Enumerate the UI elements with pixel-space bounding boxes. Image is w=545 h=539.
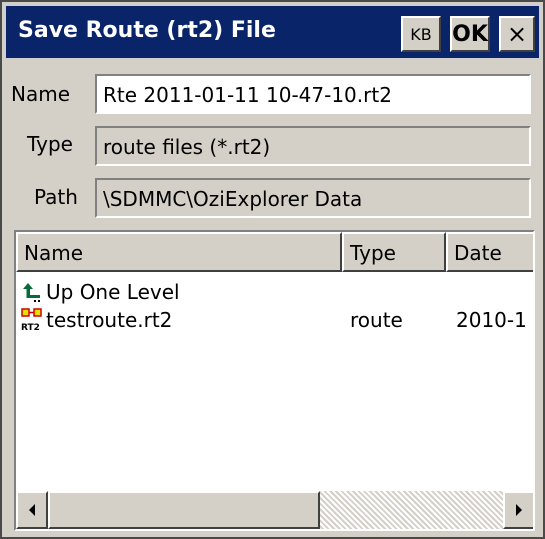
list-header: Name Type Date	[16, 232, 533, 272]
type-label: Type	[27, 132, 73, 156]
column-header-type[interactable]: Type	[342, 232, 446, 272]
rt2-file-icon: RT2	[21, 308, 42, 332]
keyboard-button[interactable]: KB	[401, 16, 441, 52]
list-item-testroute[interactable]: RT2 testroute.rt2 route 2010-1	[16, 306, 533, 336]
arrow-left-icon	[29, 504, 35, 516]
list-item-date: 2010-1	[456, 308, 527, 332]
path-label: Path	[34, 185, 78, 209]
window-title: Save Route (rt2) File	[18, 18, 276, 43]
type-field: route files (*.rt2)	[95, 126, 531, 166]
list-item-name: testroute.rt2	[46, 308, 173, 332]
svg-text:RT2: RT2	[21, 323, 40, 332]
name-label: Name	[11, 82, 71, 106]
save-route-dialog: Save Route (rt2) File KB OK × Name Rte 2…	[0, 0, 545, 539]
file-list[interactable]: Name Type Date Up One Level RT2 testrout…	[14, 230, 535, 531]
path-field: \SDMMC\OziExplorer Data	[95, 178, 531, 218]
list-item-name: Up One Level	[46, 280, 180, 304]
column-header-date[interactable]: Date	[446, 232, 533, 272]
horizontal-scrollbar[interactable]	[16, 491, 533, 529]
arrow-right-icon	[516, 504, 522, 516]
scrollbar-thumb[interactable]	[48, 491, 320, 529]
column-header-name[interactable]: Name	[16, 232, 342, 272]
list-item-up-one-level[interactable]: Up One Level	[16, 278, 533, 308]
list-item-type: route	[350, 308, 403, 332]
close-button[interactable]: ×	[499, 16, 535, 52]
up-level-icon	[23, 283, 40, 302]
ok-button[interactable]: OK	[450, 16, 490, 52]
title-bar: Save Route (rt2) File KB OK ×	[4, 4, 541, 60]
name-field[interactable]: Rte 2011-01-11 10-47-10.rt2	[95, 74, 531, 114]
scroll-left-button[interactable]	[16, 491, 48, 529]
scroll-right-button[interactable]	[503, 491, 533, 529]
